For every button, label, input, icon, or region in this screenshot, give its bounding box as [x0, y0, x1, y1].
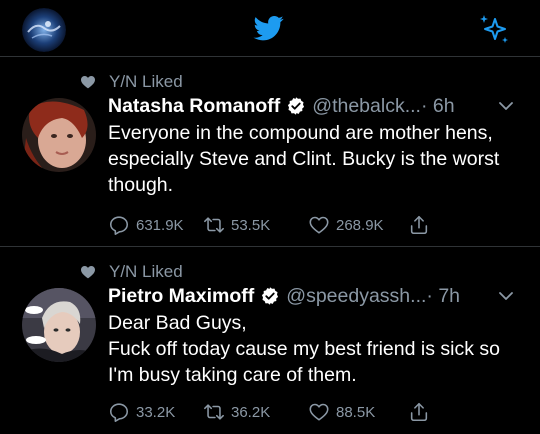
reply-count: 631.9K	[136, 216, 184, 234]
reply-icon	[109, 216, 129, 235]
chevron-down-icon[interactable]	[498, 290, 514, 302]
like-button[interactable]: 268.9K	[308, 214, 384, 236]
tweet-text: Dear Bad Guys, Fuck off today cause my b…	[108, 312, 500, 386]
reply-count: 33.2K	[136, 403, 176, 421]
user-avatar[interactable]	[22, 8, 66, 52]
tweet[interactable]: Y/N Liked Pietro Maximoff @speedyassh...…	[0, 248, 540, 434]
chevron-down-icon[interactable]	[498, 100, 514, 112]
tweet-header: Pietro Maximoff @speedyassh... · 7h	[108, 282, 528, 310]
share-button[interactable]	[408, 214, 430, 236]
social-context: Y/N Liked	[80, 72, 183, 92]
sparkle-icon[interactable]	[478, 12, 512, 46]
reply-button[interactable]: 631.9K	[108, 214, 184, 236]
like-count: 88.5K	[336, 403, 376, 421]
tweet-text: Everyone in the compound are mother hens…	[108, 122, 500, 196]
social-context: Y/N Liked	[80, 262, 183, 282]
share-icon	[410, 402, 428, 422]
reply-icon	[109, 403, 129, 422]
like-button[interactable]: 88.5K	[308, 401, 375, 423]
verified-badge-icon	[262, 287, 279, 305]
retweet-button[interactable]: 36.2K	[203, 401, 270, 423]
context-label: Y/N Liked	[109, 72, 183, 91]
tweet-actions: 631.9K 53.5K 268.9K	[108, 214, 528, 238]
author-handle[interactable]: @speedyassh...	[286, 285, 426, 308]
like-icon	[309, 403, 329, 421]
verified-badge-icon	[288, 97, 305, 115]
twitter-bird-icon[interactable]	[252, 13, 286, 43]
context-label: Y/N Liked	[109, 262, 183, 281]
tweet-actions: 33.2K 36.2K 88.5K	[108, 401, 528, 425]
retweet-count: 36.2K	[231, 403, 271, 421]
like-count: 268.9K	[336, 216, 384, 234]
retweet-button[interactable]: 53.5K	[203, 214, 270, 236]
retweet-icon	[204, 217, 224, 233]
avatar[interactable]	[22, 288, 96, 362]
author-name[interactable]: Pietro Maximoff	[108, 285, 254, 308]
tweet-header: Natasha Romanoff @thebalck... · 6h	[108, 92, 528, 120]
top-bar	[0, 0, 540, 57]
reply-button[interactable]: 33.2K	[108, 401, 175, 423]
retweet-icon	[204, 404, 224, 420]
share-icon	[410, 215, 428, 235]
timestamp[interactable]: · 6h	[421, 95, 455, 118]
retweet-count: 53.5K	[231, 216, 271, 234]
like-icon	[309, 216, 329, 234]
author-handle[interactable]: @thebalck...	[312, 95, 421, 118]
author-name[interactable]: Natasha Romanoff	[108, 95, 280, 118]
tweet[interactable]: Y/N Liked Natasha Romanoff @thebalck... …	[0, 58, 540, 247]
avatar[interactable]	[22, 98, 96, 172]
heart-icon	[81, 76, 95, 89]
share-button[interactable]	[408, 401, 430, 423]
heart-icon	[81, 266, 95, 279]
timestamp[interactable]: · 7h	[426, 285, 460, 308]
